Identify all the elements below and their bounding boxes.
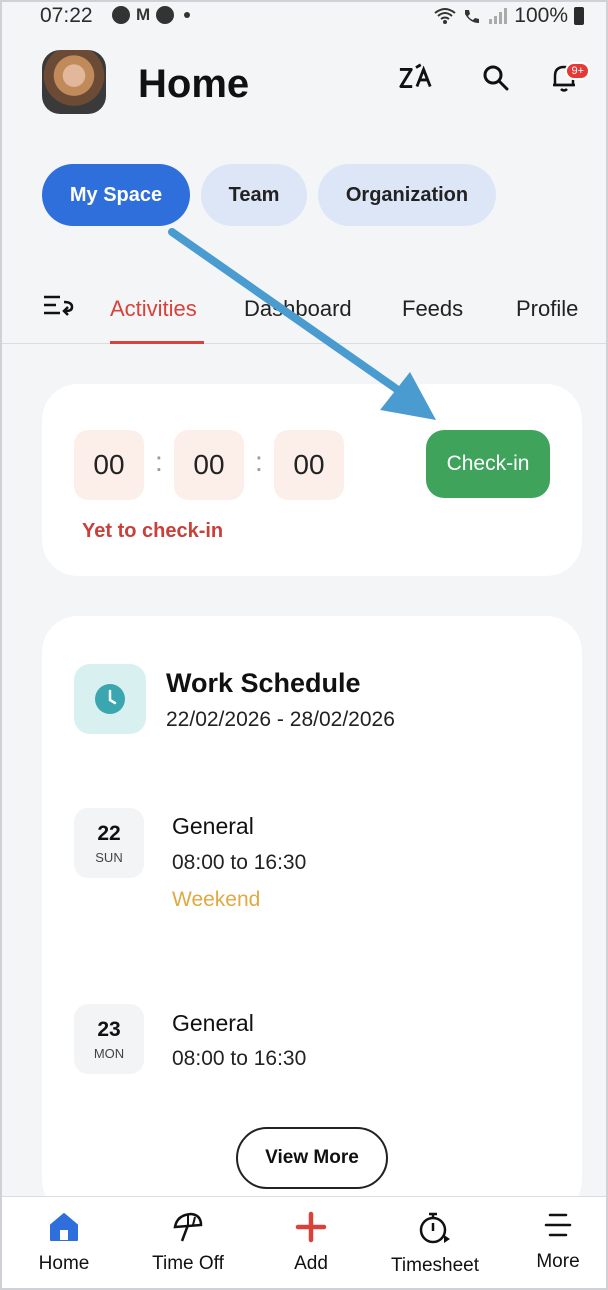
- nav-home[interactable]: Home: [9, 1211, 119, 1275]
- nav-timesheet[interactable]: Timesheet: [380, 1211, 490, 1277]
- plus-icon: [295, 1211, 327, 1243]
- home-icon: [50, 1213, 78, 1241]
- annotation-arrow: [168, 228, 436, 420]
- nav-label: Time Off: [152, 1253, 224, 1274]
- nav-label: Home: [38, 1253, 90, 1274]
- nav-label: Add: [294, 1253, 328, 1274]
- umbrella-icon: [173, 1212, 203, 1242]
- nav-label: More: [536, 1251, 580, 1272]
- stopwatch-icon: [419, 1212, 450, 1244]
- bottom-nav: Home Time Off Add Timesheet More: [0, 1196, 608, 1290]
- nav-label: Timesheet: [391, 1255, 479, 1276]
- nav-add[interactable]: Add: [256, 1211, 366, 1275]
- nav-time-off[interactable]: Time Off: [133, 1211, 243, 1275]
- menu-icon: [544, 1213, 572, 1237]
- nav-more[interactable]: More: [503, 1211, 608, 1273]
